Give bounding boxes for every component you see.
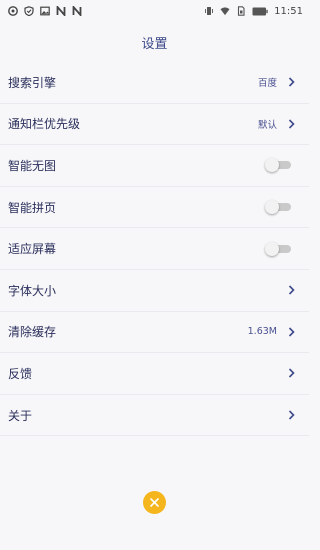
setting-right: 百度 bbox=[258, 75, 295, 89]
n-icon bbox=[56, 6, 66, 16]
smart-no-image-toggle[interactable] bbox=[265, 158, 293, 173]
smart-page-join-toggle[interactable] bbox=[265, 200, 293, 215]
setting-label: 清除缓存 bbox=[8, 325, 57, 340]
setting-label: 适应屏幕 bbox=[8, 242, 57, 257]
setting-right bbox=[287, 410, 295, 420]
setting-label: 通知栏优先级 bbox=[8, 117, 81, 132]
close-button[interactable] bbox=[143, 491, 166, 514]
setting-right: 1.63M bbox=[248, 326, 295, 337]
battery-icon bbox=[252, 6, 268, 16]
setting-label: 字体大小 bbox=[8, 283, 57, 298]
setting-label: 关于 bbox=[8, 408, 33, 423]
chevron-right-icon bbox=[287, 368, 295, 379]
image-icon bbox=[40, 6, 50, 16]
status-right-icons: 11:51 bbox=[204, 6, 303, 17]
settings-screen: 11:51 设置 搜索引擎 百度 通知栏优先级 默认 智能无图 智能拼页 适应屏… bbox=[0, 0, 309, 550]
setting-right bbox=[287, 285, 295, 295]
setting-about[interactable]: 关于 bbox=[0, 395, 309, 437]
setting-value: 1.63M bbox=[247, 326, 277, 338]
toggle-knob bbox=[265, 158, 279, 173]
setting-right: 默认 bbox=[258, 117, 295, 131]
setting-notification-priority[interactable]: 通知栏优先级 默认 bbox=[0, 104, 309, 146]
chevron-right-icon bbox=[287, 327, 295, 337]
title-bar: 设置 bbox=[0, 22, 309, 62]
setting-right bbox=[287, 368, 295, 379]
setting-value: 百度 bbox=[257, 78, 277, 90]
setting-smart-no-image: 智能无图 bbox=[0, 145, 309, 187]
chevron-right-icon bbox=[287, 410, 295, 420]
chevron-right-icon bbox=[287, 285, 295, 295]
chevron-right-icon bbox=[287, 77, 295, 87]
status-left-icons bbox=[8, 6, 82, 16]
vibrate-icon bbox=[204, 6, 214, 16]
aperture-icon bbox=[8, 6, 18, 16]
toggle-knob bbox=[265, 241, 279, 256]
setting-feedback[interactable]: 反馈 bbox=[0, 353, 309, 395]
fit-screen-toggle[interactable] bbox=[265, 241, 293, 256]
setting-smart-page-join: 智能拼页 bbox=[0, 187, 309, 229]
setting-value: 默认 bbox=[257, 119, 277, 131]
status-bar: 11:51 bbox=[0, 0, 309, 22]
setting-label: 智能无图 bbox=[8, 158, 57, 173]
status-time: 11:51 bbox=[274, 5, 303, 17]
setting-search-engine[interactable]: 搜索引擎 百度 bbox=[0, 62, 309, 104]
setting-label: 智能拼页 bbox=[8, 200, 57, 215]
page-title: 设置 bbox=[141, 36, 168, 52]
n-icon bbox=[72, 6, 82, 16]
chevron-right-icon bbox=[287, 119, 295, 129]
close-icon bbox=[150, 498, 159, 507]
setting-label: 搜索引擎 bbox=[8, 75, 57, 90]
settings-list: 搜索引擎 百度 通知栏优先级 默认 智能无图 智能拼页 适应屏幕 字体大小 清除… bbox=[0, 62, 309, 437]
wifi-icon bbox=[220, 6, 230, 16]
setting-label: 反馈 bbox=[8, 366, 33, 381]
toggle-knob bbox=[265, 200, 279, 215]
setting-font-size[interactable]: 字体大小 bbox=[0, 270, 309, 312]
setting-fit-screen: 适应屏幕 bbox=[0, 228, 309, 270]
setting-clear-cache[interactable]: 清除缓存 1.63M bbox=[0, 312, 309, 354]
sim-icon bbox=[236, 6, 246, 16]
shield-icon bbox=[24, 6, 34, 16]
